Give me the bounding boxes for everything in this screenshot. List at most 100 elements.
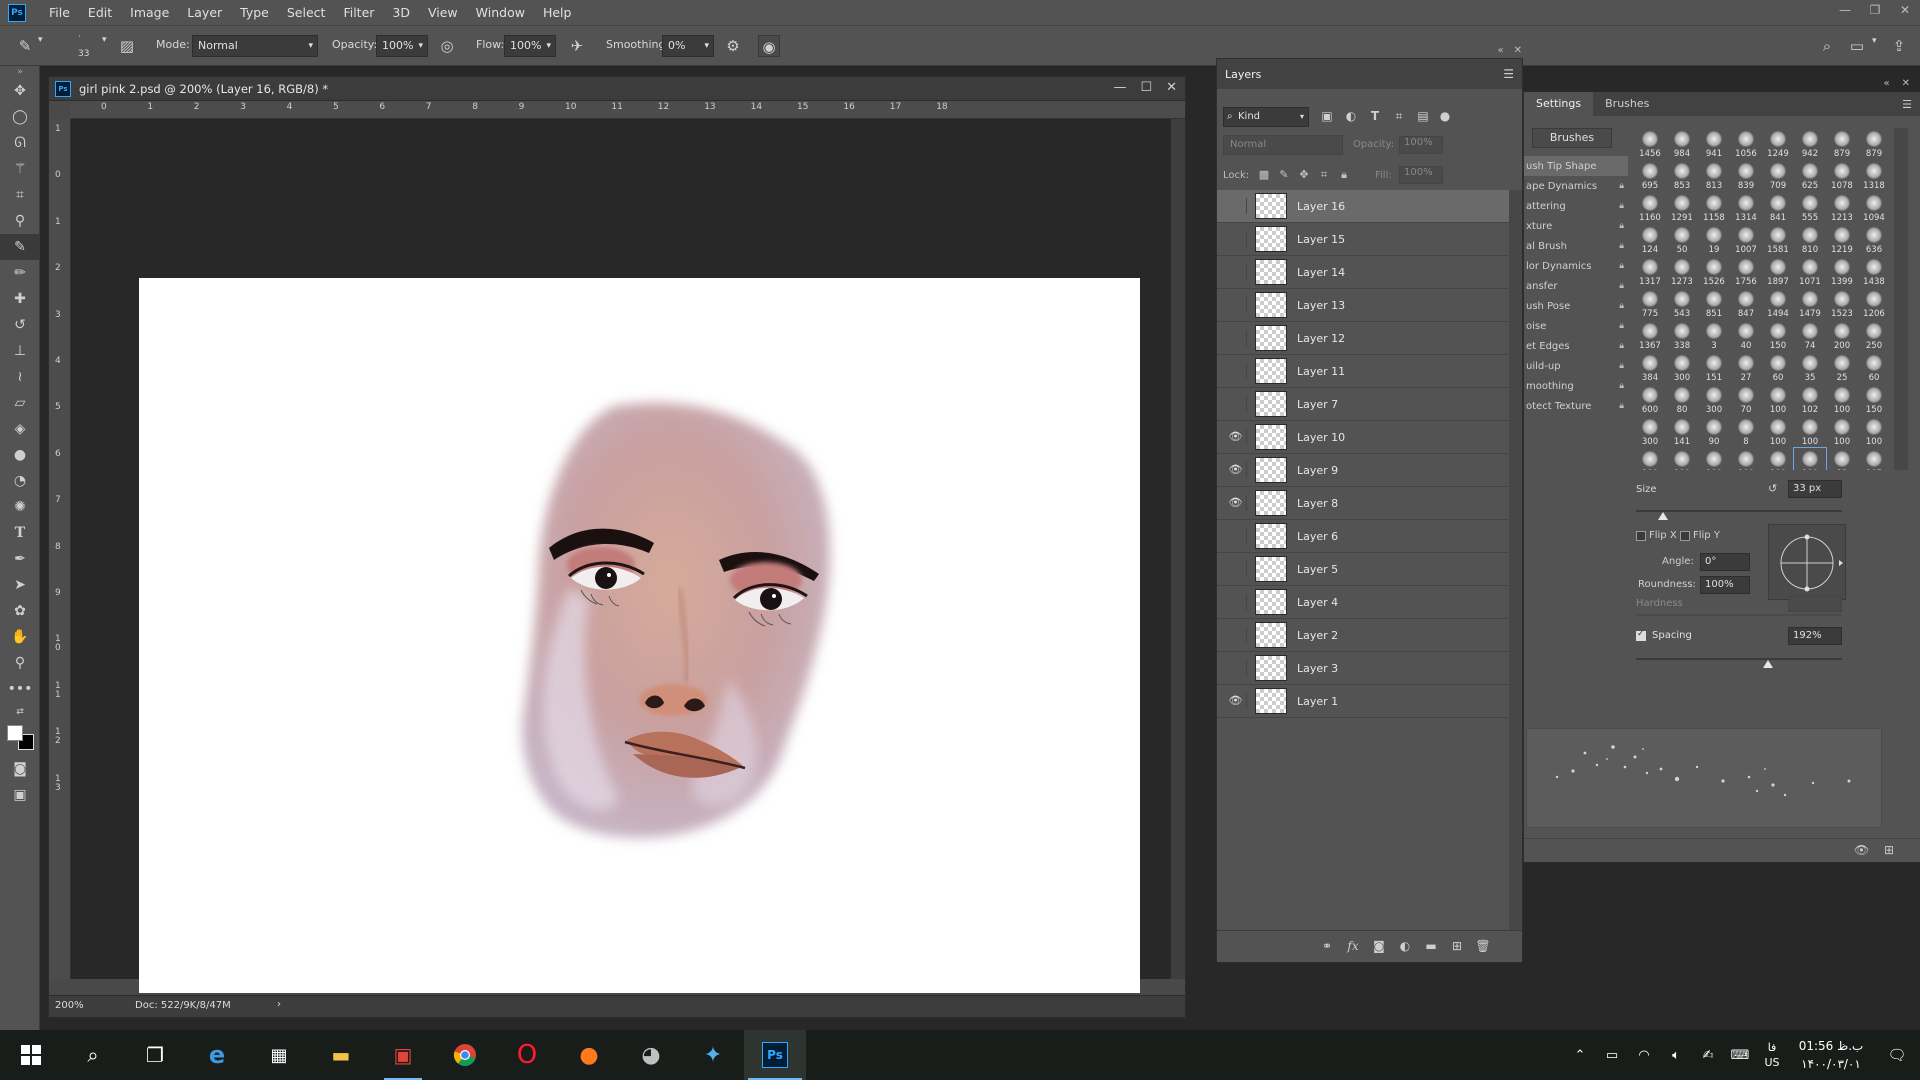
fill-input[interactable]: 100% <box>1399 166 1443 184</box>
lock-icon[interactable]: 🔒︎ <box>1619 261 1624 271</box>
menu-type[interactable]: Type <box>231 0 278 25</box>
flip-x-control[interactable]: Flip X <box>1636 530 1677 541</box>
dodge-tool-icon[interactable]: ◔ <box>0 468 40 494</box>
brush-tip[interactable]: 1273 <box>1666 256 1698 288</box>
brush-tip[interactable]: 1071 <box>1794 256 1826 288</box>
menu-view[interactable]: View <box>419 0 467 25</box>
brush-tip[interactable]: 1007 <box>1730 224 1762 256</box>
brush-size-value[interactable]: 33 <box>78 49 89 59</box>
layer-row[interactable]: Layer 6 <box>1217 520 1509 553</box>
mixer-brush-tool-icon[interactable]: ≀ <box>0 364 40 390</box>
layer-row[interactable]: Layer 15 <box>1217 223 1509 256</box>
flip-x-checkbox[interactable] <box>1636 530 1646 541</box>
brush-tip[interactable]: 100 <box>1794 416 1826 448</box>
visibility-eye-icon[interactable] <box>1225 627 1247 643</box>
share-icon[interactable]: ⇪ <box>1888 35 1910 57</box>
brush-tip[interactable]: 1756 <box>1730 256 1762 288</box>
brush-tip[interactable]: 100 <box>1698 448 1730 470</box>
brush-tip[interactable]: 841 <box>1762 192 1794 224</box>
brush-tip[interactable]: 105 <box>1858 448 1888 470</box>
minimize-icon[interactable]: — <box>1830 0 1860 20</box>
lock-all-icon[interactable]: 🔒︎ <box>1337 168 1351 182</box>
spacing-slider-handle[interactable] <box>1762 660 1773 668</box>
brush-option-item[interactable]: moothing 🔒︎ <box>1524 376 1628 396</box>
brush-tip[interactable]: 100 <box>1730 448 1762 470</box>
visibility-eye-icon[interactable] <box>1225 561 1247 577</box>
type-tool-icon[interactable]: T <box>0 520 40 546</box>
app-circle[interactable]: ◕ <box>620 1030 682 1080</box>
brush-tip[interactable]: 141 <box>1666 416 1698 448</box>
lock-icon[interactable]: 🔒︎ <box>1619 381 1624 391</box>
brush-tip[interactable]: 695 <box>1634 160 1666 192</box>
history-brush-tool-icon[interactable]: ↺ <box>0 312 40 338</box>
brush-tip[interactable]: 100 <box>1826 384 1858 416</box>
new-layer-icon[interactable]: ⊞ <box>1449 939 1465 955</box>
layer-row[interactable]: Layer 5 <box>1217 553 1509 586</box>
menu-layer[interactable]: Layer <box>178 0 231 25</box>
magic-wand-tool-icon[interactable]: ⚚ <box>0 156 40 182</box>
brush-tip[interactable]: 22 <box>1826 448 1858 470</box>
brush-tip[interactable]: 80 <box>1666 384 1698 416</box>
collapse-icon[interactable]: « <box>1883 78 1889 89</box>
angle-input[interactable]: 0° <box>1700 553 1750 571</box>
brush-tip[interactable]: 1523 <box>1826 288 1858 320</box>
brush-tip[interactable]: 941 <box>1698 128 1730 160</box>
brush-tip[interactable]: 1158 <box>1698 192 1730 224</box>
vertical-scrollbar[interactable] <box>1171 119 1185 979</box>
lock-icon[interactable]: 🔒︎ <box>1619 401 1624 411</box>
brush-tip[interactable]: 555 <box>1794 192 1826 224</box>
brush-option-item[interactable]: lor Dynamics 🔒︎ <box>1524 256 1628 276</box>
brush-tip[interactable]: 1897 <box>1762 256 1794 288</box>
mode-select[interactable]: Normal ▾ <box>192 35 318 57</box>
flip-y-checkbox[interactable] <box>1680 530 1690 541</box>
flow-input[interactable]: 100% ▾ <box>504 35 556 57</box>
brush-tip[interactable]: 60 <box>1858 352 1888 384</box>
brush-option-item[interactable]: et Edges 🔒︎ <box>1524 336 1628 356</box>
layer-opacity-input[interactable]: 100% <box>1399 136 1443 154</box>
smart-object-filter-icon[interactable]: ▤ <box>1415 109 1431 125</box>
lock-icon[interactable]: 🔒︎ <box>1619 301 1624 311</box>
brush-tip[interactable]: 775 <box>1634 288 1666 320</box>
battery-icon[interactable]: ▭ <box>1596 1048 1628 1063</box>
reset-size-icon[interactable]: ↺ <box>1768 482 1777 495</box>
brush-tip[interactable]: 70 <box>1730 384 1762 416</box>
canvas-area[interactable] <box>71 119 1171 993</box>
visibility-eye-icon[interactable]: 👁︎ <box>1225 462 1247 478</box>
link-layers-icon[interactable]: ⚭ <box>1319 939 1335 955</box>
lock-artboard-icon[interactable]: ⌗ <box>1317 168 1331 182</box>
blur-tool-icon[interactable]: ● <box>0 442 40 468</box>
visibility-eye-icon[interactable] <box>1225 363 1247 379</box>
delete-layer-icon[interactable]: 🗑︎ <box>1475 939 1491 955</box>
shape-tool-icon[interactable]: ✿ <box>0 598 40 624</box>
brush-tip[interactable]: 839 <box>1730 160 1762 192</box>
layer-row[interactable]: Layer 4 <box>1217 586 1509 619</box>
brush-tip[interactable]: 600 <box>1634 384 1666 416</box>
brush-tip[interactable]: 151 <box>1698 352 1730 384</box>
brush-tip[interactable]: 851 <box>1698 288 1730 320</box>
status-menu-arrow[interactable]: › <box>277 999 281 1010</box>
brush-tip[interactable]: 1438 <box>1858 256 1888 288</box>
flip-y-control[interactable]: Flip Y <box>1680 530 1720 541</box>
brush-tip[interactable]: 50 <box>1666 224 1698 256</box>
chevron-down-icon[interactable]: ▾ <box>38 35 43 45</box>
layer-row[interactable]: 👁︎ Layer 1 <box>1217 685 1509 718</box>
crop-tool-icon[interactable]: ⌗ <box>0 182 40 208</box>
brush-tip[interactable]: 1206 <box>1858 288 1888 320</box>
menu-window[interactable]: Window <box>467 0 534 25</box>
smoothing-input[interactable]: 0% ▾ <box>662 35 714 57</box>
brush-tip[interactable]: 984 <box>1666 128 1698 160</box>
artboard[interactable] <box>139 278 1140 993</box>
adjustment-filter-icon[interactable]: ◐ <box>1343 109 1359 125</box>
photoshop-app[interactable]: Ps <box>744 1030 806 1080</box>
brush-tip[interactable]: 90 <box>1698 416 1730 448</box>
brush-tip[interactable]: 338 <box>1666 320 1698 352</box>
spacing-control[interactable]: Spacing <box>1636 629 1692 641</box>
layer-row[interactable]: Layer 14 <box>1217 256 1509 289</box>
volume-icon[interactable]: 🔈︎ <box>1660 1048 1692 1063</box>
close-icon[interactable]: ✕ <box>1514 45 1522 56</box>
panel-menu-icon[interactable]: ☰ <box>1503 67 1514 81</box>
brush-tip[interactable]: 1094 <box>1858 192 1888 224</box>
brush-tip[interactable]: 3 <box>1698 320 1730 352</box>
path-selection-tool-icon[interactable]: ➤ <box>0 572 40 598</box>
brush-tip[interactable]: 150 <box>1858 384 1888 416</box>
